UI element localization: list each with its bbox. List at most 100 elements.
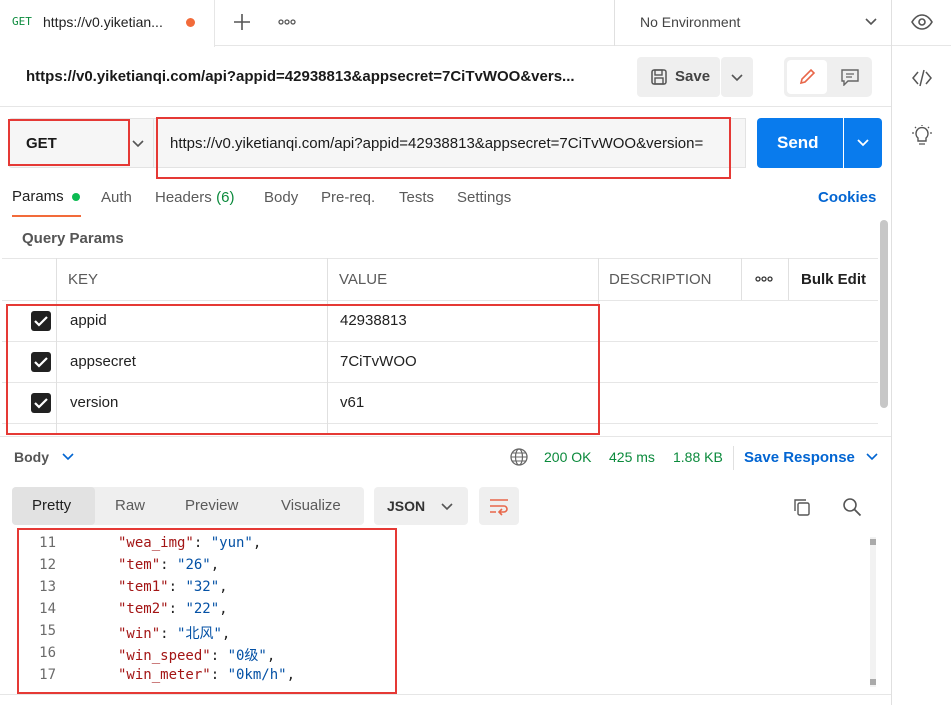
- tab-pre-request[interactable]: Pre-req.: [321, 189, 375, 206]
- column-header-value: VALUE: [339, 271, 388, 288]
- json-value: "22": [185, 601, 220, 617]
- params-active-dot-icon: [72, 192, 81, 201]
- tab-headers[interactable]: Headers (6): [155, 189, 235, 207]
- checkmark-icon: [34, 357, 48, 368]
- param-key[interactable]: version: [70, 394, 118, 411]
- params-scrollbar[interactable]: [880, 220, 888, 408]
- url-input[interactable]: https://v0.yiketianqi.com/api?appid=4293…: [154, 118, 746, 168]
- tab-auth[interactable]: Auth: [101, 189, 132, 206]
- json-key: "win_speed": [118, 648, 211, 664]
- column-options-button[interactable]: [752, 268, 778, 290]
- chevron-down-icon: [62, 453, 75, 461]
- tab-headers-label: Headers: [155, 189, 212, 206]
- json-key: "win": [118, 626, 161, 642]
- code-line: 17 "win_meter": "0km/h",: [0, 665, 800, 687]
- environment-select[interactable]: No Environment: [615, 0, 891, 46]
- send-button[interactable]: Send: [757, 118, 843, 168]
- line-number: 15: [39, 623, 56, 639]
- save-icon: [651, 69, 667, 85]
- response-body-label: Body: [14, 449, 49, 465]
- code-snippet-button[interactable]: [910, 66, 934, 90]
- json-value: "北风": [177, 626, 222, 642]
- more-tabs-button[interactable]: [276, 10, 300, 34]
- chevron-down-icon: [857, 139, 869, 147]
- code-line: 13 "tem1": "32",: [0, 577, 800, 599]
- json-key: "wea_img": [118, 535, 194, 551]
- send-options-button[interactable]: [844, 118, 882, 168]
- line-number: 17: [39, 667, 56, 683]
- column-header-key: KEY: [68, 271, 99, 288]
- save-response-button[interactable]: Save Response: [744, 449, 880, 469]
- tab-body[interactable]: Body: [264, 189, 298, 206]
- line-number: 14: [39, 601, 56, 617]
- copy-icon[interactable]: [792, 497, 812, 517]
- row-checkbox[interactable]: [31, 311, 51, 331]
- chevron-down-icon: [731, 74, 743, 82]
- comments-mode-button[interactable]: [831, 60, 869, 94]
- mode-toggle: [784, 57, 872, 97]
- edit-mode-button[interactable]: [787, 60, 827, 94]
- response-time[interactable]: 425 ms: [609, 449, 655, 465]
- tab-params[interactable]: Params: [12, 188, 81, 218]
- method-select[interactable]: GET: [8, 118, 154, 168]
- view-tab-pretty[interactable]: Pretty: [12, 487, 95, 525]
- response-body-viewer[interactable]: 11 "wea_img": "yun", 12 "tem": "26", 13 …: [0, 533, 880, 693]
- param-key[interactable]: appsecret: [70, 353, 136, 370]
- save-response-label: Save Response: [744, 449, 855, 466]
- query-params-title: Query Params: [22, 230, 124, 247]
- code-scrollbar[interactable]: [870, 537, 876, 687]
- send-label: Send: [777, 133, 819, 152]
- param-value[interactable]: v61: [340, 394, 364, 411]
- view-tab-raw[interactable]: Raw: [115, 497, 145, 514]
- line-number: 13: [39, 579, 56, 595]
- search-icon[interactable]: [842, 497, 862, 517]
- plus-icon: [234, 14, 250, 30]
- url-text: https://v0.yiketianqi.com/api?appid=4293…: [170, 135, 704, 152]
- param-key[interactable]: appid: [70, 312, 107, 329]
- bulk-edit-button[interactable]: Bulk Edit: [801, 271, 866, 288]
- param-value[interactable]: 7CiTvWOO: [340, 353, 417, 370]
- wrap-lines-icon: [490, 499, 508, 516]
- globe-icon[interactable]: [509, 447, 529, 467]
- status-code[interactable]: 200 OK: [544, 449, 591, 465]
- tab-settings[interactable]: Settings: [457, 189, 511, 206]
- format-select[interactable]: JSON: [374, 487, 468, 525]
- lightbulb-button[interactable]: [910, 124, 934, 148]
- save-button[interactable]: Save: [637, 57, 720, 97]
- checkmark-icon: [34, 316, 48, 327]
- lightbulb-icon: [912, 125, 932, 145]
- row-checkbox[interactable]: [31, 393, 51, 413]
- code-line: 15 "win": "北风",: [0, 621, 800, 643]
- view-tab-visualize[interactable]: Visualize: [281, 497, 341, 514]
- tab-title: https://v0.yiketian...: [43, 14, 163, 30]
- code-line: 14 "tem2": "22",: [0, 599, 800, 621]
- request-title: https://v0.yiketianqi.com/api?appid=4293…: [26, 68, 575, 85]
- line-number: 11: [39, 535, 56, 551]
- tab-tests[interactable]: Tests: [399, 189, 434, 206]
- response-body-dropdown[interactable]: Body: [14, 449, 84, 469]
- tab-underline: [12, 215, 81, 217]
- code-line: 16 "win_speed": "0级",: [0, 643, 800, 665]
- unsaved-dot-icon: [186, 18, 195, 27]
- view-tab-preview[interactable]: Preview: [185, 497, 238, 514]
- chevron-down-icon: [866, 453, 878, 461]
- json-value: "32": [185, 579, 220, 595]
- row-checkbox[interactable]: [31, 352, 51, 372]
- param-value[interactable]: 42938813: [340, 312, 407, 329]
- environment-quick-look-button[interactable]: [910, 10, 934, 34]
- chevron-down-icon: [132, 140, 144, 148]
- save-label: Save: [675, 68, 711, 85]
- chevron-down-icon: [441, 503, 453, 511]
- environment-label: No Environment: [640, 14, 741, 30]
- table-row: version v61: [2, 383, 878, 423]
- save-options-button[interactable]: [721, 57, 753, 97]
- response-size[interactable]: 1.88 KB: [673, 449, 723, 465]
- new-tab-button[interactable]: [230, 10, 254, 34]
- chevron-down-icon: [865, 18, 877, 26]
- view-tabs: Pretty Raw Preview Visualize: [12, 487, 364, 525]
- request-tab[interactable]: GET https://v0.yiketian...: [0, 0, 215, 47]
- wrap-lines-button[interactable]: [479, 487, 519, 525]
- cookies-link[interactable]: Cookies: [818, 189, 876, 206]
- line-number: 16: [39, 645, 56, 661]
- comment-icon: [841, 69, 859, 86]
